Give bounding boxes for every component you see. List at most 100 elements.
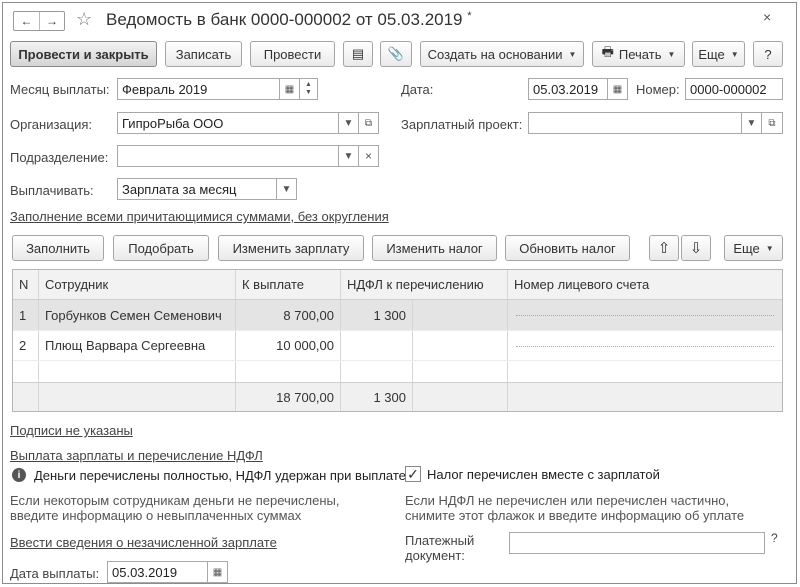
tax-note: Если НДФЛ не перечислен или перечислен ч… [405, 493, 744, 523]
move-down-icon[interactable]: ⇩ [681, 235, 711, 261]
signatures-link[interactable]: Подписи не указаны [10, 423, 133, 438]
payment-document-field[interactable] [509, 532, 765, 554]
close-icon[interactable]: × [763, 9, 771, 25]
salary-project-field[interactable] [528, 112, 742, 134]
salary-payment-link[interactable]: Выплата зарплаты и перечисление НДФЛ [10, 448, 263, 463]
create-based-on-label: Создать на основании [427, 46, 563, 62]
unpaid-note: Если некоторым сотрудникам деньги не пер… [10, 493, 340, 523]
report-icon[interactable]: ▤ [343, 41, 373, 67]
month-field[interactable]: Февраль 2019 [117, 78, 280, 100]
column-header[interactable]: Номер лицевого счета [508, 270, 782, 299]
fill-mode-link[interactable]: Заполнение всеми причитающимися суммами,… [10, 209, 389, 224]
total-amount: 18 700,00 [236, 383, 341, 411]
column-header[interactable]: К выплате [236, 270, 341, 299]
open-icon[interactable]: ⧉ [359, 112, 379, 134]
clear-icon[interactable]: × [359, 145, 379, 167]
tax-cell-extra [413, 300, 508, 330]
document-window: ← → ☆ Ведомость в банк 0000-000002 от 05… [2, 2, 797, 584]
post-and-close-button[interactable]: Провести и закрыть [10, 41, 157, 67]
more-label: Еще [698, 46, 725, 62]
title-text: Ведомость в банк 0000-000002 от 05.03.20… [106, 10, 463, 29]
column-header[interactable]: Сотрудник [39, 270, 236, 299]
nav-buttons: ← → [13, 11, 65, 31]
update-tax-button[interactable]: Обновить налог [505, 235, 630, 261]
empty-cell [413, 361, 508, 382]
tax-note-line-2: снимите этот флажок и введите информацию… [405, 508, 745, 523]
amount-cell[interactable]: 8 700,00 [236, 300, 341, 330]
open-icon[interactable]: ⧉ [762, 112, 783, 134]
tax-cell-extra [413, 331, 508, 360]
change-salary-button[interactable]: Изменить зарплату [218, 235, 364, 261]
empty-row [13, 360, 782, 382]
salary-project-label: Зарплатный проект: [401, 117, 523, 132]
table-more-button[interactable]: Еще ▼ [724, 235, 783, 261]
chevron-down-icon[interactable]: ▼ [339, 145, 359, 167]
table-row[interactable]: 2 Плющ Варвара Сергеевна 10 000,00 [13, 330, 782, 360]
change-tax-button[interactable]: Изменить налог [372, 235, 497, 261]
employee-cell[interactable]: Плющ Варвара Сергеевна [39, 331, 236, 360]
tax-note-line-1: Если НДФЛ не перечислен или перечислен ч… [405, 493, 730, 508]
calendar-icon[interactable]: ▦ [608, 78, 628, 100]
payment-document-label-line-2: документ: [405, 548, 465, 563]
back-button[interactable]: ← [14, 12, 39, 30]
payment-date-field[interactable]: 05.03.2019 [107, 561, 208, 583]
forward-button[interactable]: → [39, 12, 64, 30]
window-title: Ведомость в банк 0000-000002 от 05.03.20… [106, 10, 472, 30]
row-number: 1 [13, 300, 39, 330]
unpaid-salary-link[interactable]: Ввести сведения о незачисленной зарплате [10, 535, 277, 550]
fill-button[interactable]: Заполнить [12, 235, 104, 261]
employee-cell[interactable]: Горбунков Семен Семенович [39, 300, 236, 330]
table-footer: 18 700,00 1 300 [13, 382, 782, 411]
favorite-star-icon[interactable]: ☆ [76, 9, 92, 30]
total-tax: 1 300 [341, 383, 413, 411]
payment-date-label: Дата выплаты: [10, 566, 100, 581]
footer-cell [39, 383, 236, 411]
save-button[interactable]: Записать [165, 41, 242, 67]
date-field[interactable]: 05.03.2019 [528, 78, 608, 100]
unpaid-note-line-1: Если некоторым сотрудникам деньги не пер… [10, 493, 340, 508]
help-icon[interactable]: ? [771, 531, 778, 545]
help-button[interactable]: ? [753, 41, 783, 67]
print-button[interactable]: 🖶 Печать ▼ [592, 41, 685, 67]
column-header[interactable]: N [13, 270, 39, 299]
number-label: Номер: [636, 82, 680, 97]
create-based-on-button[interactable]: Создать на основании ▼ [420, 41, 584, 67]
pay-type-label: Выплачивать: [10, 183, 94, 198]
organization-label: Организация: [10, 117, 93, 132]
attach-icon[interactable]: 📎 [380, 41, 412, 67]
pay-type-select[interactable]: Зарплата за месяц [117, 178, 277, 200]
pick-button[interactable]: Подобрать [113, 235, 209, 261]
chevron-down-icon[interactable]: ▼ [742, 112, 762, 134]
organization-field[interactable]: ГипроРыба ООО [117, 112, 339, 134]
tax-with-salary-checkbox[interactable]: ✓ [405, 466, 421, 482]
step-up-icon[interactable]: ▲ [305, 81, 312, 89]
chevron-down-icon[interactable]: ▼ [277, 178, 297, 200]
amount-cell[interactable]: 10 000,00 [236, 331, 341, 360]
table-row[interactable]: 1 Горбунков Семен Семенович 8 700,00 1 3… [13, 300, 782, 330]
dropdown-caret-icon: ▼ [765, 243, 774, 253]
move-up-icon[interactable]: ⇧ [649, 235, 679, 261]
step-down-icon[interactable]: ▼ [305, 89, 312, 97]
account-cell[interactable] [508, 300, 782, 330]
calendar-icon[interactable]: ▦ [208, 561, 228, 583]
info-icon: i [12, 468, 26, 482]
employees-table: N Сотрудник К выплате НДФЛ к перечислени… [12, 269, 783, 412]
tax-cell[interactable]: 1 300 [341, 300, 413, 330]
column-header[interactable]: НДФЛ к перечислению [341, 270, 508, 299]
division-label: Подразделение: [10, 150, 109, 165]
tax-cell[interactable] [341, 331, 413, 360]
row-number: 2 [13, 331, 39, 360]
month-stepper[interactable]: ▲ ▼ [300, 78, 318, 100]
payment-document-label: Платежный документ: [405, 533, 474, 563]
account-cell[interactable] [508, 331, 782, 360]
date-label: Дата: [401, 82, 434, 97]
calendar-icon[interactable]: ▦ [280, 78, 300, 100]
table-header: N Сотрудник К выплате НДФЛ к перечислени… [13, 270, 782, 300]
number-field[interactable]: 0000-000002 [685, 78, 783, 100]
division-field[interactable] [117, 145, 339, 167]
post-button[interactable]: Провести [250, 41, 335, 67]
empty-cell [39, 361, 236, 382]
chevron-down-icon[interactable]: ▼ [339, 112, 359, 134]
table-more-label: Еще [733, 240, 760, 256]
more-button[interactable]: Еще ▼ [692, 41, 745, 67]
